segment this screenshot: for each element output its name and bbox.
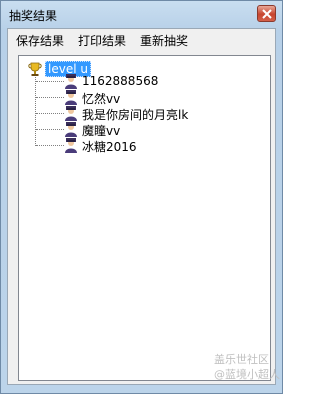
menu-bar: 保存结果 打印结果 重新抽奖 bbox=[8, 29, 275, 49]
winner-name: 忆然vv bbox=[82, 92, 121, 106]
trophy-icon bbox=[28, 62, 42, 76]
user-icon bbox=[65, 74, 77, 89]
watermark-line1: 盖乐世社区 bbox=[214, 353, 269, 366]
app-window: 抽奖结果 保存结果 打印结果 重新抽奖 level u 1162888568 忆… bbox=[0, 0, 283, 394]
tree-connector bbox=[36, 97, 64, 98]
results-tree[interactable]: level u 1162888568 忆然vv 我是你房间的月亮lk 魔瞳vv … bbox=[18, 55, 271, 381]
tree-connector bbox=[35, 77, 36, 146]
user-icon bbox=[65, 90, 77, 105]
watermark-line2: @蓝境小超人 bbox=[214, 368, 280, 381]
user-icon bbox=[65, 106, 77, 121]
tree-connector bbox=[36, 113, 64, 114]
watermark: 盖乐世社区 @蓝境小超人 bbox=[214, 352, 280, 382]
close-icon bbox=[262, 9, 272, 19]
winner-name: 我是你房间的月亮lk bbox=[82, 108, 189, 122]
user-icon bbox=[65, 138, 77, 153]
winner-name: 冰糖2016 bbox=[82, 140, 137, 154]
menu-save-results[interactable]: 保存结果 bbox=[16, 32, 64, 49]
title-bar[interactable]: 抽奖结果 bbox=[1, 1, 282, 27]
menu-redraw[interactable]: 重新抽奖 bbox=[140, 32, 188, 49]
window-title: 抽奖结果 bbox=[9, 9, 58, 23]
winner-name: 魔瞳vv bbox=[82, 124, 121, 138]
user-icon bbox=[65, 122, 77, 137]
close-button[interactable] bbox=[257, 5, 276, 22]
menu-print-results[interactable]: 打印结果 bbox=[78, 32, 126, 49]
winner-name: 1162888568 bbox=[82, 74, 159, 88]
tree-connector bbox=[36, 145, 64, 146]
tree-connector bbox=[36, 81, 64, 82]
tree-connector bbox=[36, 129, 64, 130]
client-area: 保存结果 打印结果 重新抽奖 level u 1162888568 忆然vv 我… bbox=[7, 28, 276, 385]
